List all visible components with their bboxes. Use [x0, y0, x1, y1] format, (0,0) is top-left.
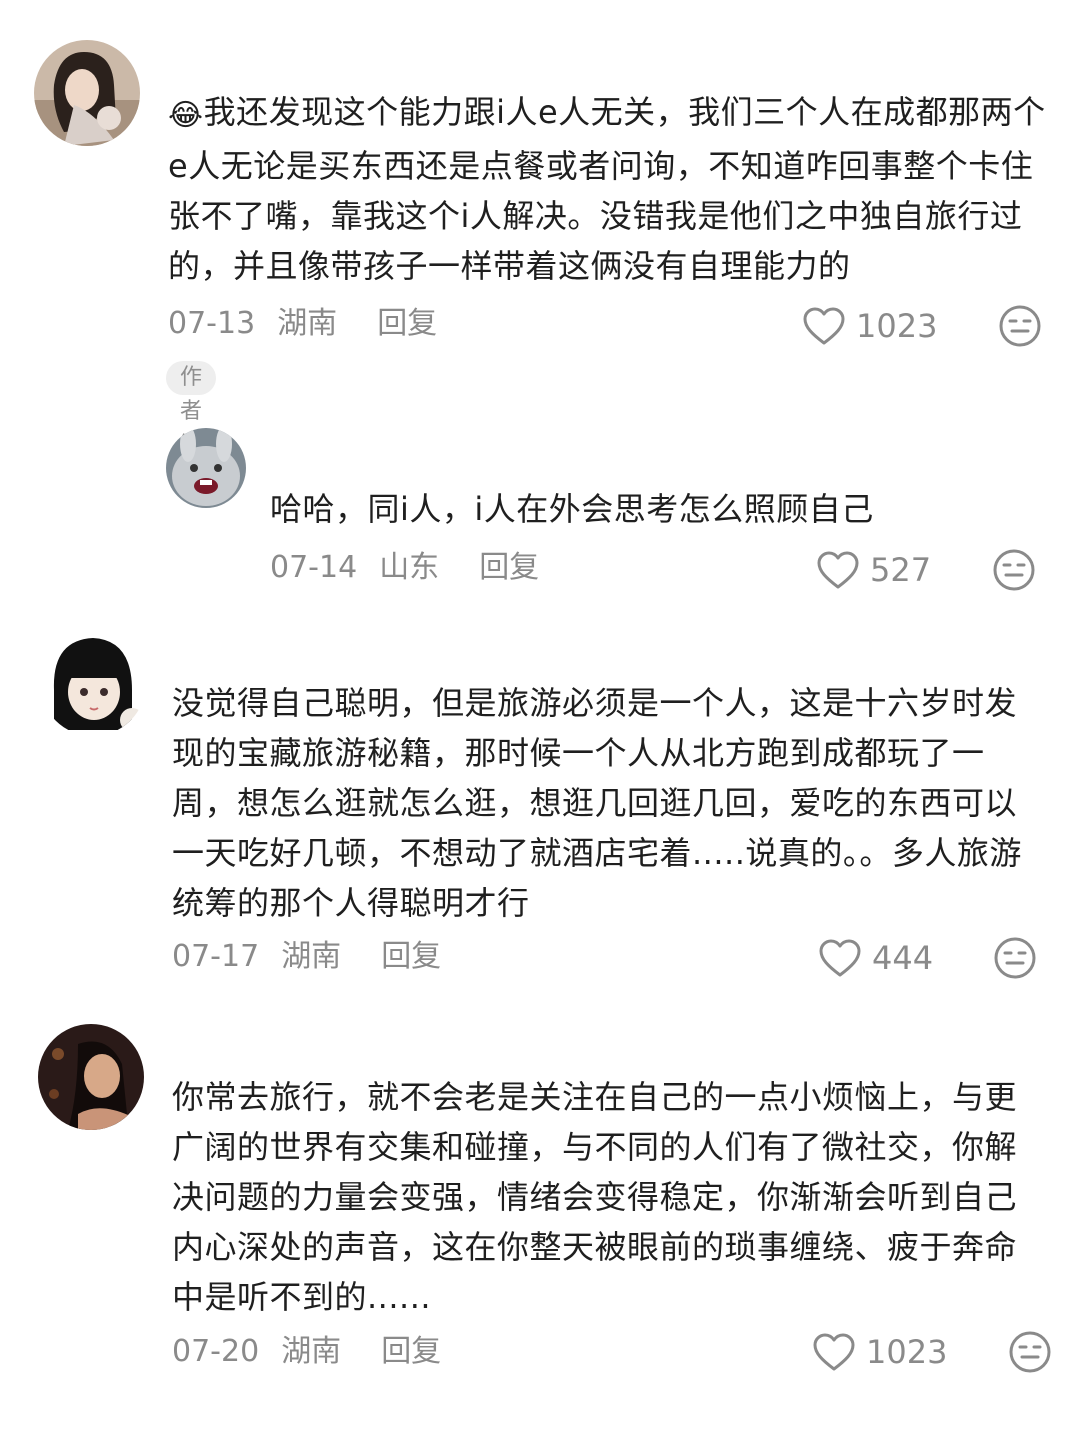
- comment-text: 没觉得自己聪明，但是旅游必须是一个人，这是十六岁时发现的宝藏旅游秘籍，那时候一个…: [172, 684, 1022, 922]
- comment-location: 湖南: [277, 306, 338, 341]
- neutral-face-icon[interactable]: [993, 936, 1037, 980]
- comment-list: 😂我还发现这个能力跟i人e人无关，我们三个人在成都那两个e人无论是买东西还是点餐…: [0, 0, 1080, 1440]
- like-button[interactable]: 1023: [802, 304, 937, 348]
- comment-date: 07-13: [168, 306, 256, 341]
- comment-meta: 07-17 湖南 回复: [172, 937, 441, 977]
- author-liked-badge: 作者赞过: [166, 361, 217, 492]
- neutral-face-icon[interactable]: [1008, 1330, 1052, 1374]
- reply-button[interactable]: 回复: [381, 1332, 441, 1372]
- comment-location: 湖南: [281, 1334, 342, 1369]
- comment-date: 07-14: [270, 550, 358, 585]
- comment-meta: 07-13 湖南 回复: [168, 304, 437, 344]
- like-button[interactable]: 1023: [812, 1330, 947, 1374]
- heart-outline-icon: [803, 307, 845, 345]
- avatar[interactable]: [166, 428, 246, 508]
- like-count: 444: [872, 939, 934, 977]
- like-count: 1023: [866, 1333, 948, 1371]
- avatar[interactable]: [40, 630, 146, 736]
- comment-text: 哈哈，同i人，i人在外会思考怎么照顾自己: [270, 490, 874, 528]
- comment-meta: 07-14 山东 回复: [270, 548, 539, 588]
- comment-date: 07-20: [172, 1334, 260, 1369]
- like-count: 527: [870, 551, 932, 589]
- reply-button[interactable]: 回复: [377, 304, 437, 344]
- like-button[interactable]: 444: [818, 936, 933, 980]
- comment-location: 山东: [379, 550, 440, 585]
- reply-button[interactable]: 回复: [479, 548, 539, 588]
- comment-text: 你常去旅行，就不会老是关注在自己的一点小烦恼上，与更广阔的世界有交集和碰撞，与不…: [172, 1078, 1018, 1316]
- avatar[interactable]: [34, 40, 140, 146]
- like-button[interactable]: 527: [816, 548, 931, 592]
- comment-meta: 07-20 湖南 回复: [172, 1332, 441, 1372]
- comment-location: 湖南: [281, 939, 342, 974]
- like-count: 1023: [856, 307, 938, 345]
- neutral-face-icon[interactable]: [992, 548, 1036, 592]
- heart-outline-icon: [819, 939, 861, 977]
- laughing-tears-emoji: 😂: [168, 98, 204, 133]
- heart-outline-icon: [817, 551, 859, 589]
- avatar[interactable]: [38, 1024, 144, 1130]
- neutral-face-icon[interactable]: [998, 304, 1042, 348]
- comment-text: 😂我还发现这个能力跟i人e人无关，我们三个人在成都那两个e人无论是买东西还是点餐…: [168, 93, 1046, 285]
- comment-date: 07-17: [172, 939, 260, 974]
- heart-outline-icon: [813, 1333, 855, 1371]
- reply-button[interactable]: 回复: [381, 937, 441, 977]
